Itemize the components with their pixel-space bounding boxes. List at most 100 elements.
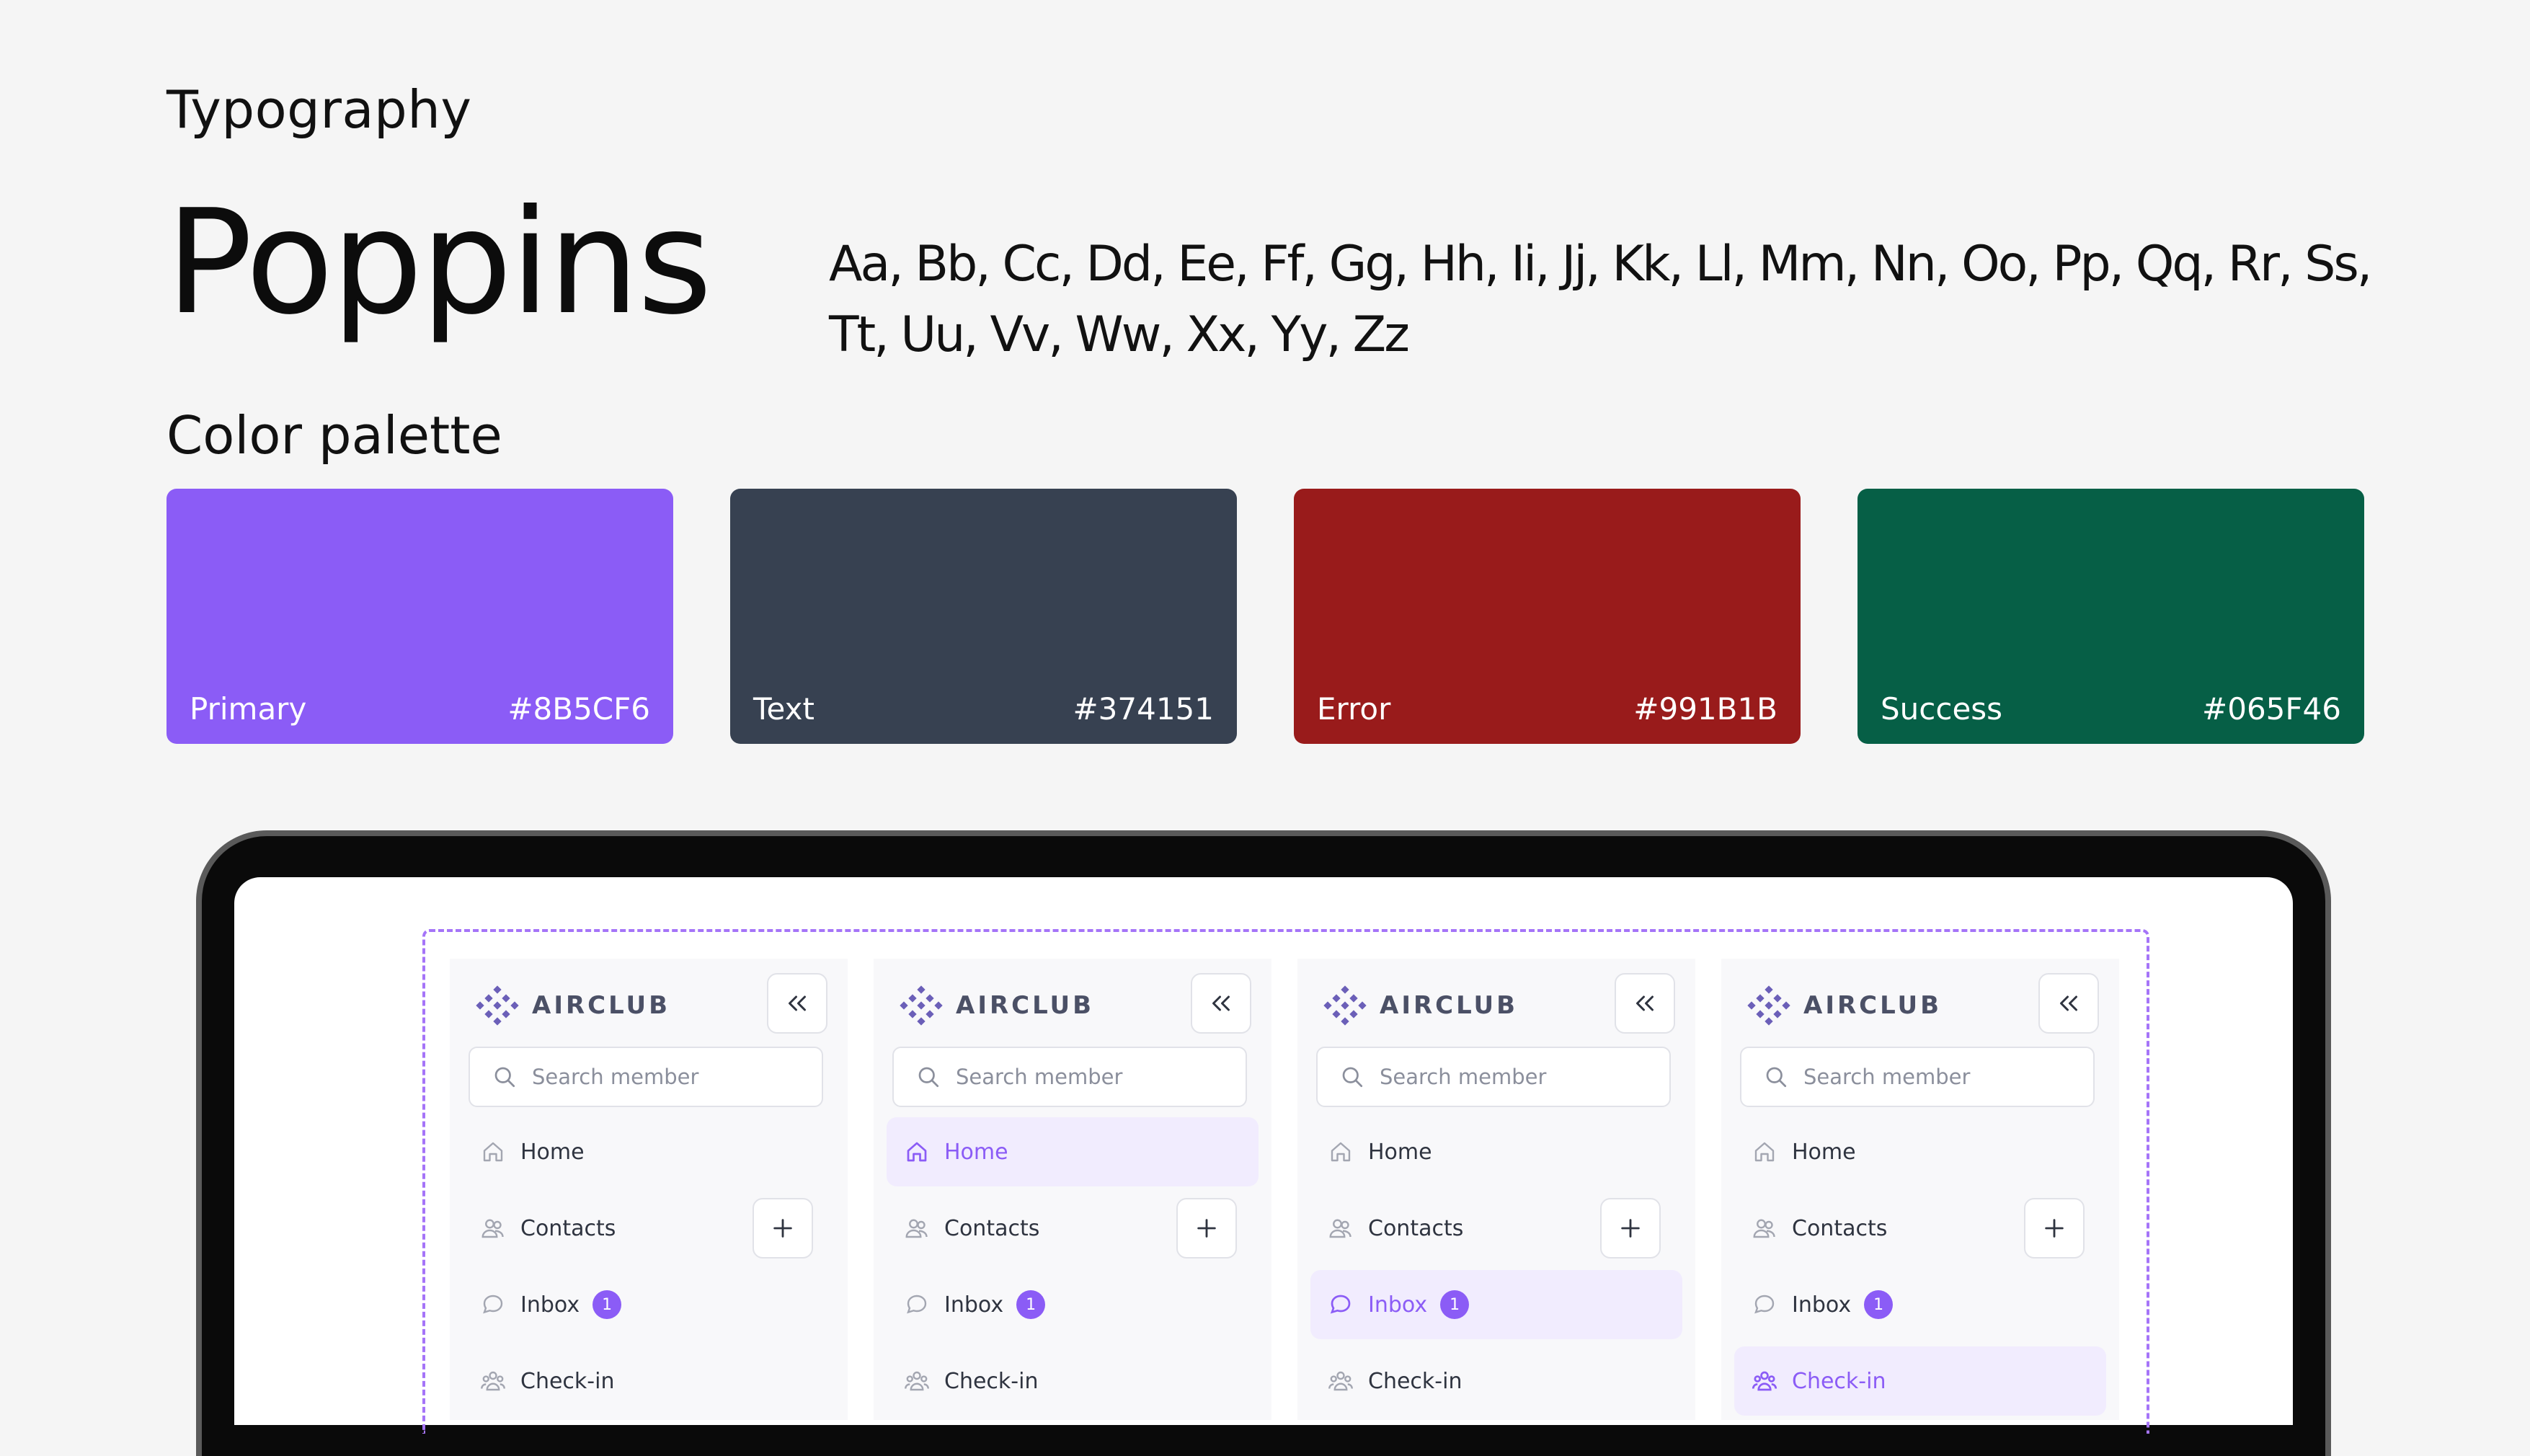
chat-bubble-icon: [1754, 1295, 1775, 1314]
nav-label-inbox: Inbox: [1368, 1292, 1428, 1318]
brand[interactable]: AIRCLUB: [1746, 980, 1942, 1031]
brand[interactable]: AIRCLUB: [898, 980, 1094, 1031]
collapse-sidebar-button[interactable]: [1191, 973, 1251, 1034]
nav-label-inbox: Inbox: [520, 1292, 580, 1318]
nav-label-home: Home: [520, 1139, 585, 1165]
chat-bubble-icon: [1330, 1295, 1351, 1314]
swatch-hex: #991B1B: [1633, 691, 1777, 727]
swatch-error: Error #991B1B: [1294, 489, 1801, 744]
typography-heading: Typography: [167, 79, 472, 140]
home-icon: [1754, 1142, 1775, 1162]
double-chevron-left-icon: [2060, 995, 2077, 1011]
plus-icon: [1197, 1219, 1216, 1238]
swatch-hex: #374151: [1073, 691, 1214, 727]
search-member-input[interactable]: Search member: [1740, 1047, 2095, 1107]
nav-item-checkin[interactable]: Check-in: [1734, 1346, 2106, 1416]
users-icon: [905, 1219, 928, 1238]
nav-label-checkin: Check-in: [1792, 1368, 1886, 1394]
home-icon: [483, 1142, 503, 1162]
brand-name: AIRCLUB: [1803, 991, 1943, 1020]
home-icon: [1331, 1142, 1351, 1162]
collapse-sidebar-button[interactable]: [2038, 973, 2099, 1034]
search-placeholder: Search member: [1803, 1065, 1971, 1089]
swatch-name: Text: [753, 691, 815, 727]
search-member-input[interactable]: Search member: [892, 1047, 1247, 1107]
nav-label-checkin: Check-in: [944, 1368, 1039, 1394]
plus-icon: [1621, 1219, 1640, 1238]
users-icon: [481, 1219, 504, 1238]
nav-label-contacts: Contacts: [520, 1215, 616, 1241]
swatch-name: Success: [1881, 691, 2003, 727]
users-icon: [1753, 1219, 1775, 1238]
search-placeholder: Search member: [532, 1065, 699, 1089]
nav-label-home: Home: [944, 1139, 1008, 1165]
sidebar-variant-4: AIRCLUB Search member Home Contacts Inbo…: [1721, 959, 2119, 1420]
add-contact-button[interactable]: [1176, 1198, 1237, 1259]
brand[interactable]: AIRCLUB: [474, 980, 670, 1031]
nav-label-home: Home: [1368, 1139, 1432, 1165]
inbox-count-badge: 1: [592, 1290, 622, 1319]
airclub-logo-icon: [476, 985, 519, 1026]
brand-name: AIRCLUB: [1380, 991, 1519, 1020]
search-placeholder: Search member: [956, 1065, 1123, 1089]
users-icon: [1329, 1219, 1351, 1238]
search-member-input[interactable]: Search member: [1316, 1047, 1671, 1107]
swatch-primary: Primary #8B5CF6: [167, 489, 673, 744]
plus-icon: [773, 1219, 792, 1238]
swatch-hex: #8B5CF6: [507, 691, 650, 727]
swatch-name: Error: [1317, 691, 1391, 727]
nav-item-checkin[interactable]: Check-in: [887, 1346, 1259, 1416]
search-icon: [1342, 1067, 1363, 1088]
nav-item-contacts[interactable]: Contacts: [463, 1194, 835, 1263]
add-contact-button[interactable]: [1600, 1198, 1661, 1259]
brand-name: AIRCLUB: [532, 991, 671, 1020]
sidebar-variant-3: AIRCLUB Search member Home Contacts Inbo…: [1297, 959, 1695, 1420]
airclub-logo-icon: [1323, 985, 1367, 1026]
nav-item-home[interactable]: Home: [463, 1117, 835, 1186]
nav-label-contacts: Contacts: [944, 1215, 1040, 1241]
nav-item-inbox[interactable]: Inbox 1: [887, 1270, 1259, 1339]
color-palette-heading: Color palette: [167, 405, 502, 466]
search-icon: [918, 1067, 939, 1088]
home-icon: [907, 1142, 927, 1162]
nav-label-contacts: Contacts: [1792, 1215, 1888, 1241]
brand[interactable]: AIRCLUB: [1322, 980, 1518, 1031]
collapse-sidebar-button[interactable]: [1615, 973, 1675, 1034]
brand-name: AIRCLUB: [956, 991, 1095, 1020]
swatch-text: Text #374151: [730, 489, 1237, 744]
nav-label-contacts: Contacts: [1368, 1215, 1464, 1241]
nav-label-home: Home: [1792, 1139, 1856, 1165]
swatch-success: Success #065F46: [1857, 489, 2364, 744]
sidebar-variant-1: AIRCLUB Search member Home Contacts Inbo…: [450, 959, 848, 1420]
nav-item-checkin[interactable]: Check-in: [1310, 1346, 1682, 1416]
airclub-logo-icon: [900, 985, 943, 1026]
double-chevron-left-icon: [1212, 995, 1230, 1011]
chat-bubble-icon: [907, 1295, 927, 1314]
nav-item-inbox[interactable]: Inbox 1: [1734, 1270, 2106, 1339]
chat-bubble-icon: [483, 1295, 503, 1314]
nav-label-inbox: Inbox: [1792, 1292, 1852, 1318]
nav-label-inbox: Inbox: [944, 1292, 1004, 1318]
plus-icon: [2045, 1219, 2064, 1238]
add-contact-button[interactable]: [753, 1198, 813, 1259]
nav-item-contacts[interactable]: Contacts: [887, 1194, 1259, 1263]
inbox-count-badge: 1: [1864, 1290, 1894, 1319]
nav-label-checkin: Check-in: [520, 1368, 615, 1394]
nav-item-contacts[interactable]: Contacts: [1310, 1194, 1682, 1263]
nav-item-checkin[interactable]: Check-in: [463, 1346, 835, 1416]
alphabet-specimen: Aa, Bb, Cc, Dd, Ee, Ff, Gg, Hh, Ii, Jj, …: [829, 236, 2372, 363]
search-icon: [494, 1067, 515, 1088]
swatch-name: Primary: [190, 691, 307, 727]
collapse-sidebar-button[interactable]: [767, 973, 827, 1034]
nav-item-inbox[interactable]: Inbox 1: [463, 1270, 835, 1339]
search-placeholder: Search member: [1380, 1065, 1547, 1089]
nav-item-inbox[interactable]: Inbox 1: [1310, 1270, 1682, 1339]
inbox-count-badge: 1: [1440, 1290, 1470, 1319]
nav-item-home[interactable]: Home: [1734, 1117, 2106, 1186]
search-member-input[interactable]: Search member: [469, 1047, 823, 1107]
inbox-count-badge: 1: [1016, 1290, 1046, 1319]
add-contact-button[interactable]: [2024, 1198, 2085, 1259]
nav-item-home[interactable]: Home: [1310, 1117, 1682, 1186]
nav-item-home[interactable]: Home: [887, 1117, 1259, 1186]
nav-item-contacts[interactable]: Contacts: [1734, 1194, 2106, 1263]
